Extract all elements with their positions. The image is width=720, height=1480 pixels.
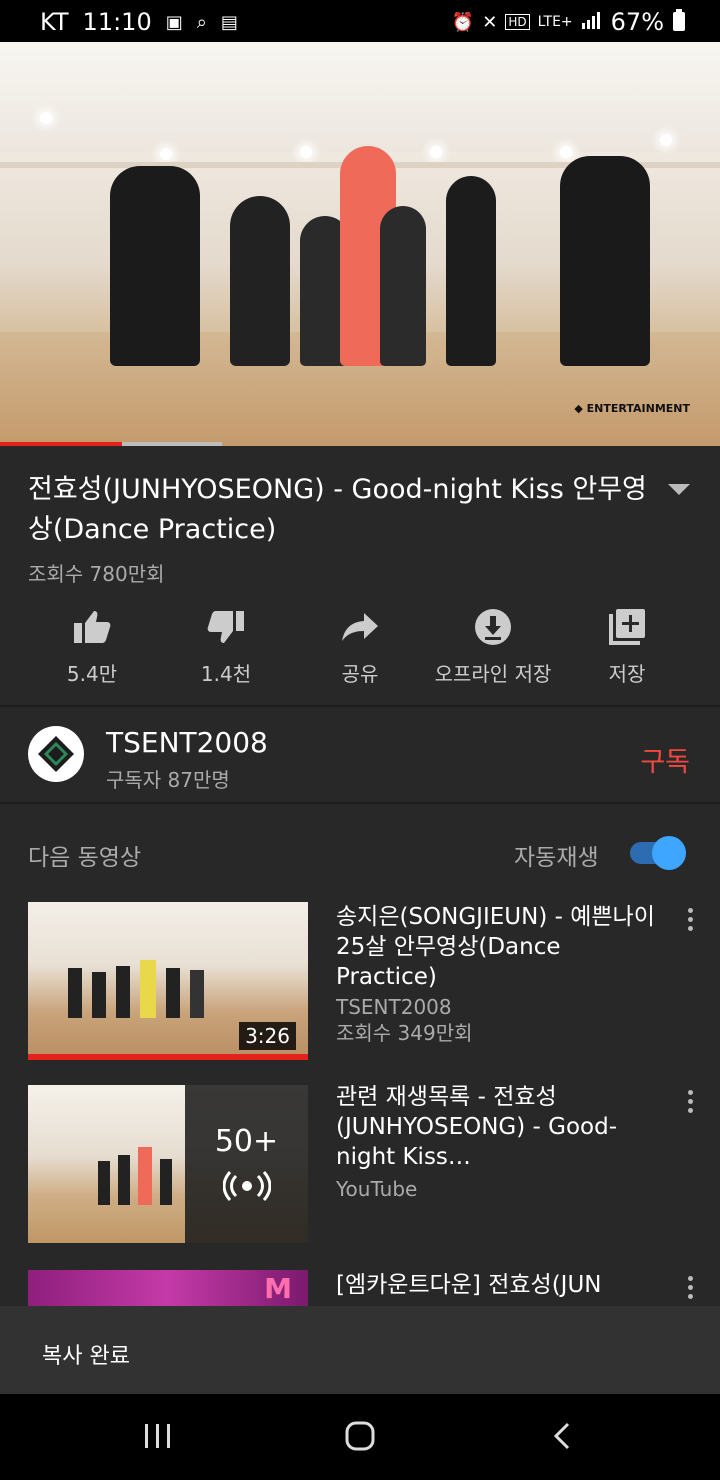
download-icon — [423, 600, 563, 654]
scene-light — [430, 146, 442, 158]
playlist-overlay: 50+ — [185, 1085, 308, 1243]
recent-apps-icon — [145, 1424, 170, 1448]
dislike-count: 1.4천 — [200, 662, 252, 686]
more-options-icon[interactable] — [682, 1090, 698, 1113]
divider — [0, 705, 720, 707]
recommendation-title[interactable]: 관련 재생목록 - 전효성(JUNHYOSEONG) - Good-night … — [336, 1082, 666, 1172]
recommendation-title[interactable]: [엠카운트다운] 전효성(JUN — [336, 1270, 666, 1306]
clock: 11:10 — [82, 8, 152, 36]
video-title: 전효성(JUNHYOSEONG) - Good-night Kiss 안무영상(… — [28, 474, 647, 545]
share-icon — [290, 600, 430, 654]
battery-icon — [672, 8, 686, 36]
autoplay-toggle-knob[interactable] — [652, 836, 686, 870]
mnet-logo: M — [264, 1272, 292, 1305]
back-icon — [553, 1422, 570, 1450]
scene-light — [160, 148, 172, 160]
download-button[interactable]: 오프라인 저장 — [423, 600, 563, 687]
playlist-count: 50+ — [214, 1123, 279, 1159]
search-icon: ⌕ — [196, 11, 207, 33]
home-button[interactable] — [330, 1416, 390, 1456]
dancer-figure — [110, 166, 200, 366]
like-button[interactable]: 5.4만 — [22, 600, 162, 687]
subscribe-button[interactable]: 구독 — [640, 740, 690, 779]
video-thumbnail[interactable]: 3:26 — [28, 902, 308, 1060]
navigation-bar — [0, 1394, 720, 1480]
recommendation-title[interactable]: 송지은(SONGJIEUN) - 예쁜나이 25살 안무영상(Dance Pra… — [336, 902, 666, 992]
carrier-label: KT — [40, 8, 69, 36]
expand-description-icon[interactable] — [668, 484, 690, 495]
view-count: 조회수 780만회 — [28, 562, 165, 586]
action-row: 5.4만 1.4천 공유 오프라인 저장 저장 — [0, 600, 720, 700]
recommendation-channel: TSENT2008 — [336, 995, 452, 1019]
snackbar-message: 복사 완료 — [42, 1344, 130, 1369]
divider — [0, 802, 720, 804]
thumbnail-dancers — [68, 958, 268, 1018]
channel-watermark: ◆ ENTERTAINMENT — [574, 402, 690, 415]
video-player[interactable]: ◆ ENTERTAINMENT — [0, 42, 720, 446]
up-next-label: 다음 동영상 — [28, 845, 142, 871]
autoplay-label: 자동재생 — [514, 845, 599, 871]
hd-icon: HD — [505, 14, 530, 30]
thumbs-down-icon — [156, 600, 296, 654]
dancer-figure — [446, 176, 496, 366]
data-icon: ▤ — [220, 11, 238, 33]
status-bar: KT 11:10 ▣ ⌕ ▤ ⏰ ✕ HD LTE+ 67% — [0, 0, 720, 42]
signal-icon — [581, 11, 603, 34]
mute-icon: ✕ — [482, 11, 498, 33]
thumbs-up-icon — [22, 600, 162, 654]
battery-percent: 67% — [610, 8, 664, 36]
playlist-thumbnail[interactable]: 50+ — [28, 1085, 308, 1243]
channel-name[interactable]: TSENT2008 — [106, 726, 268, 759]
recommendation-views: 조회수 349만회 — [336, 1021, 473, 1045]
alarm-icon: ⏰ — [451, 11, 475, 33]
network-type: LTE+ — [537, 14, 573, 30]
scene-light — [560, 146, 572, 158]
dancer-figure — [380, 206, 426, 366]
back-button[interactable] — [532, 1416, 592, 1456]
more-options-icon[interactable] — [682, 1276, 698, 1299]
scene-light — [660, 134, 672, 146]
download-label: 오프라인 저장 — [434, 662, 552, 686]
scene-light — [40, 112, 52, 124]
like-count: 5.4만 — [66, 662, 118, 686]
share-label: 공유 — [341, 662, 379, 686]
dancer-figure — [230, 196, 290, 366]
save-label: 저장 — [608, 662, 646, 686]
subscriber-count: 구독자 87만명 — [106, 768, 230, 792]
channel-avatar[interactable] — [28, 726, 84, 782]
add-to-playlist-icon — [557, 600, 697, 654]
recent-apps-button[interactable] — [128, 1416, 188, 1456]
video-thumbnail[interactable]: M — [28, 1270, 308, 1306]
scene-light — [300, 146, 312, 158]
home-icon — [345, 1421, 375, 1451]
mix-broadcast-icon — [222, 1170, 271, 1205]
snackbar: 복사 완료 — [0, 1306, 720, 1394]
save-button[interactable]: 저장 — [557, 600, 697, 687]
more-options-icon[interactable] — [682, 908, 698, 931]
dislike-button[interactable]: 1.4천 — [156, 600, 296, 687]
video-duration: 3:26 — [239, 1022, 296, 1050]
progress-bar[interactable] — [0, 442, 122, 446]
recommendation-channel: YouTube — [336, 1177, 418, 1201]
watched-progress-bar — [28, 1054, 308, 1060]
dancer-figure — [560, 156, 650, 366]
image-icon: ▣ — [165, 11, 183, 33]
scene-ceiling — [0, 42, 720, 152]
share-button[interactable]: 공유 — [290, 600, 430, 687]
